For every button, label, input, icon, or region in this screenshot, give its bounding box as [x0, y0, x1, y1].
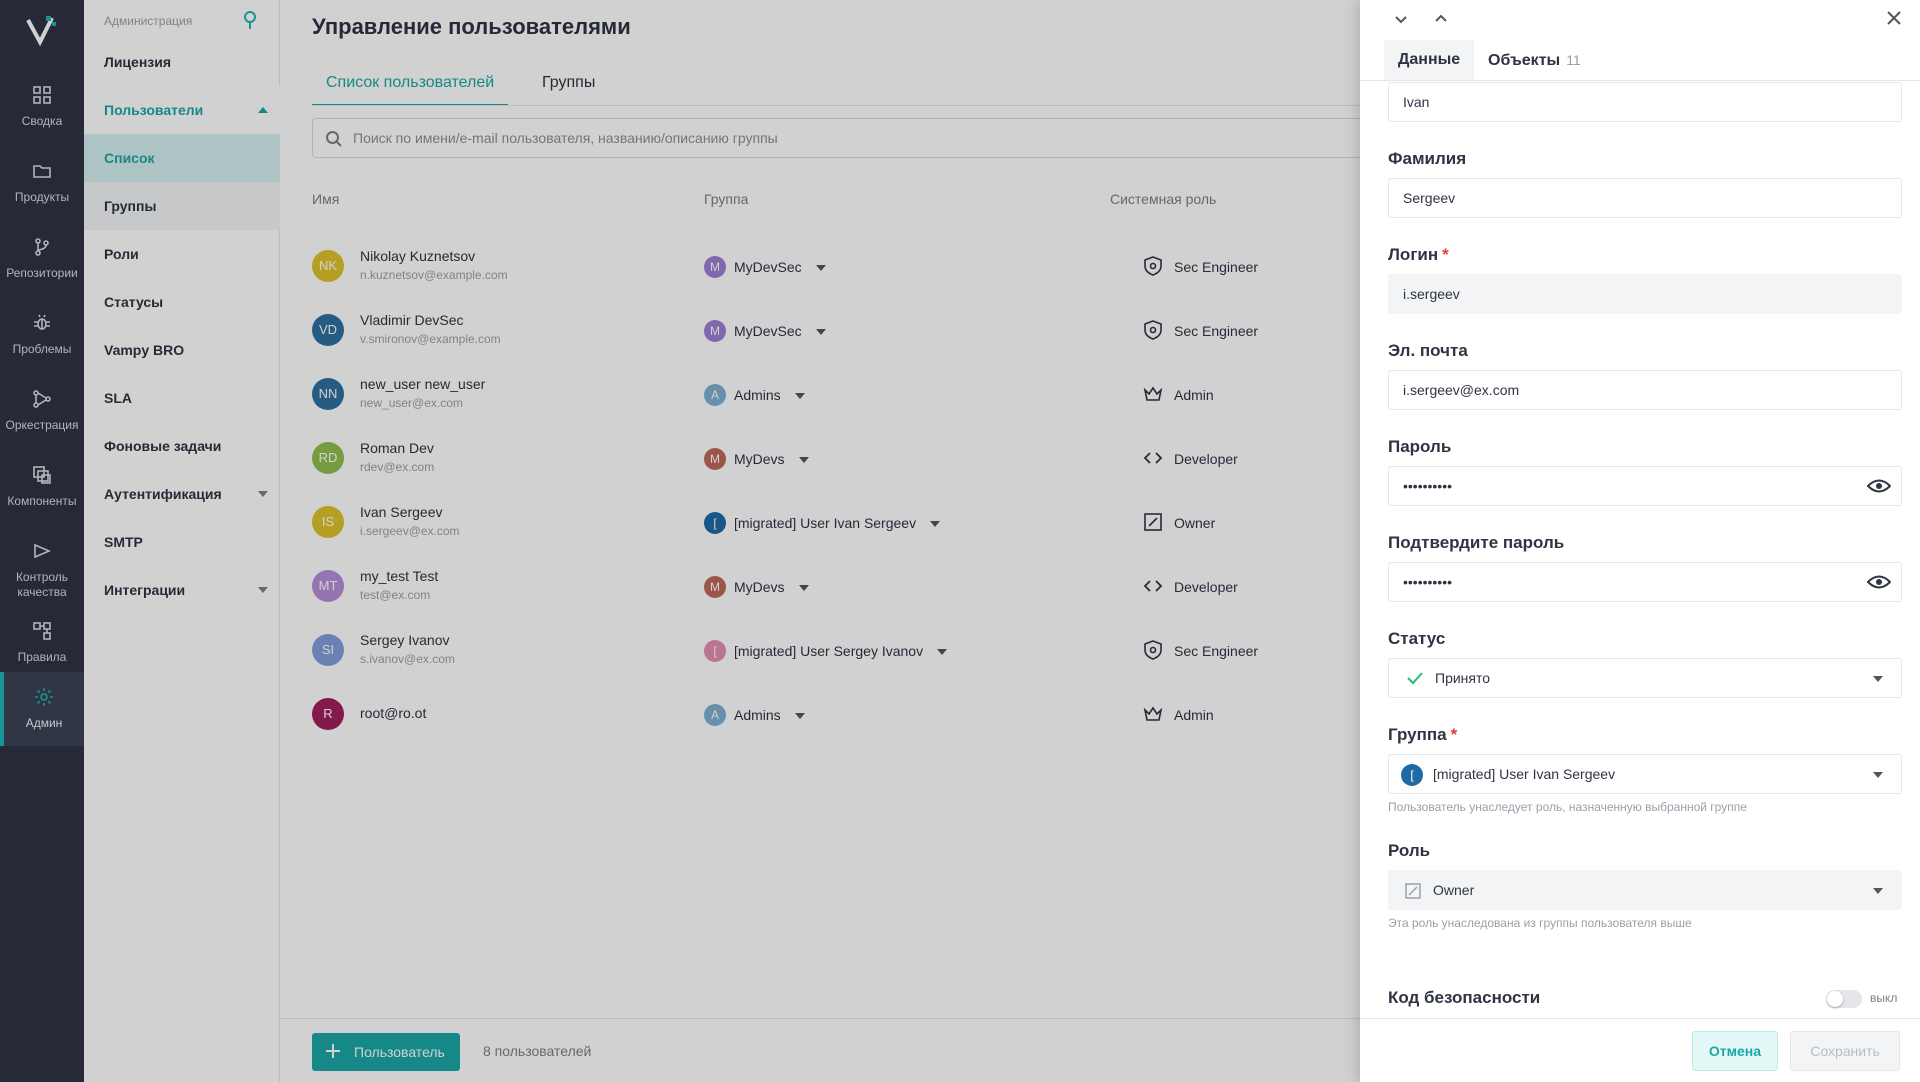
first-name-field[interactable]: Ivan — [1388, 82, 1902, 122]
confirm-password-field[interactable]: •••••••••• — [1388, 562, 1902, 602]
required-mark: * — [1450, 725, 1458, 744]
group-value: [migrated] User Ivan Sergeev — [1433, 766, 1616, 782]
confirm-password-label: Подтвердите пароль — [1388, 533, 1565, 552]
security-code-label: Код безопасности — [1388, 988, 1541, 1007]
chevron-up-icon[interactable] — [1432, 10, 1450, 28]
password-value: •••••••••• — [1403, 478, 1453, 494]
tab-data[interactable]: Данные — [1384, 40, 1475, 80]
chevron-down-icon[interactable] — [1392, 10, 1410, 28]
drawer-footer: Отмена Сохранить — [1360, 1018, 1920, 1082]
objects-count: 11 — [1566, 52, 1581, 68]
email-field[interactable]: i.sergeev@ex.com — [1388, 370, 1902, 410]
role-value: Owner — [1433, 882, 1475, 898]
login-label-text: Логин — [1388, 245, 1439, 264]
drawer-tabs-divider — [1360, 80, 1920, 81]
confirm-password-value: •••••••••• — [1403, 574, 1453, 590]
role-select: Owner — [1388, 870, 1902, 910]
dropdown-caret-icon — [1873, 676, 1883, 682]
login-field: i.sergeev — [1388, 274, 1902, 314]
tab-data-label: Данные — [1398, 51, 1461, 68]
status-label: Статус — [1388, 629, 1446, 648]
check-icon — [1407, 672, 1423, 685]
status-select[interactable]: Принято — [1388, 658, 1902, 698]
eye-icon[interactable] — [1867, 573, 1891, 591]
status-value: Принято — [1435, 670, 1491, 686]
last-name-label: Фамилия — [1388, 149, 1467, 168]
email-label: Эл. почта — [1388, 341, 1468, 360]
modal-overlay[interactable] — [0, 0, 1360, 1082]
group-select[interactable]: [ [migrated] User Ivan Sergeev — [1388, 754, 1902, 794]
group-label: Группа * — [1388, 725, 1457, 745]
close-icon[interactable] — [1884, 8, 1904, 28]
user-edit-drawer: Данные Объекты 11 Ivan Фамилия Sergeev Ло… — [1360, 0, 1920, 1082]
toggle-knob — [1827, 991, 1843, 1007]
security-toggle-state: выкл — [1870, 991, 1898, 1005]
dropdown-caret-icon — [1873, 888, 1883, 894]
password-label: Пароль — [1388, 437, 1452, 456]
security-code-toggle[interactable] — [1826, 990, 1862, 1008]
login-label: Логин * — [1388, 245, 1449, 265]
dropdown-caret-icon — [1873, 772, 1883, 778]
group-label-text: Группа — [1388, 725, 1447, 744]
group-avatar: [ — [1401, 764, 1423, 786]
tab-objects[interactable]: Объекты 11 — [1474, 40, 1595, 80]
tab-objects-label: Объекты — [1488, 52, 1561, 69]
password-field[interactable]: •••••••••• — [1388, 466, 1902, 506]
cancel-button[interactable]: Отмена — [1692, 1031, 1778, 1071]
save-button[interactable]: Сохранить — [1790, 1031, 1900, 1071]
last-name-field[interactable]: Sergeev — [1388, 178, 1902, 218]
role-label: Роль — [1388, 841, 1431, 860]
role-hint: Эта роль унаследована из группы пользова… — [1388, 916, 1692, 930]
eye-icon[interactable] — [1867, 477, 1891, 495]
group-hint: Пользователь унаследует роль, назначенну… — [1388, 800, 1747, 814]
required-mark: * — [1442, 245, 1449, 264]
edit-square-icon — [1405, 883, 1421, 899]
